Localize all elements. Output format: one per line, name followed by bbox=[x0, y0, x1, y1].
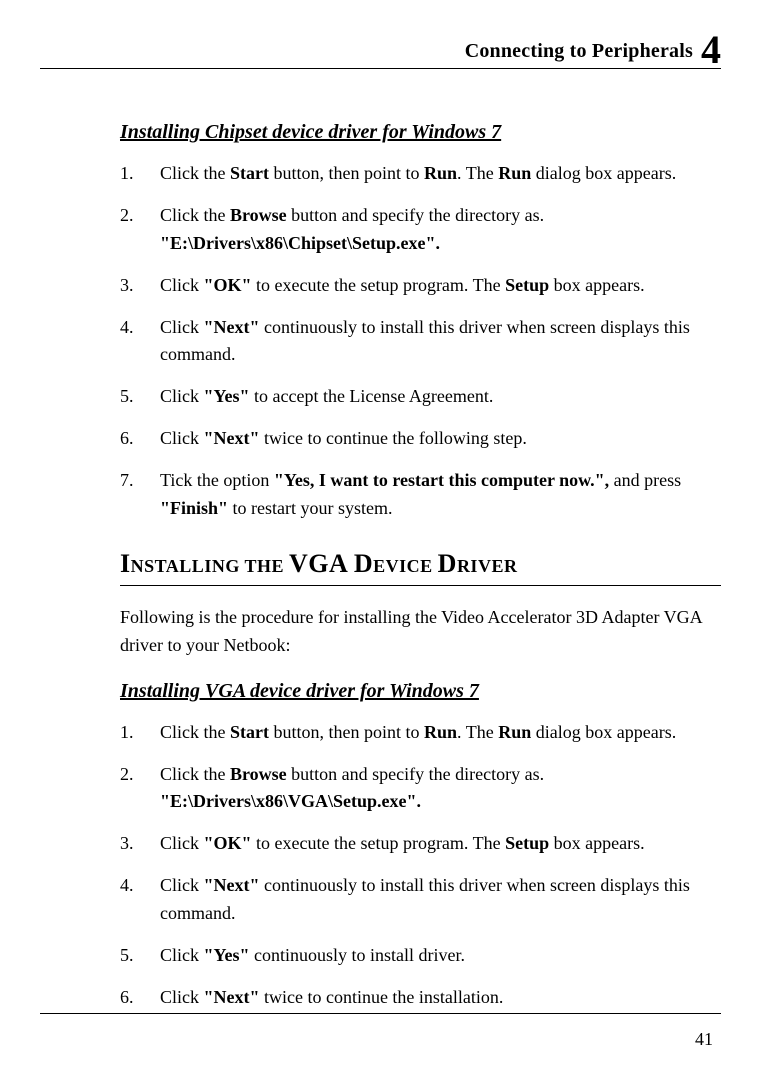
list-item: 5.Click "Yes" to accept the License Agre… bbox=[120, 383, 721, 411]
subsection-vga-title: Installing VGA device driver for Windows… bbox=[120, 680, 721, 703]
content-area: Installing Chipset device driver for Win… bbox=[40, 121, 721, 1012]
list-item: 6.Click "Next" twice to continue the fol… bbox=[120, 425, 721, 453]
section-vga-heading: INSTALLING THE VGA DEVICE DRIVER bbox=[120, 549, 721, 586]
footer-rule bbox=[40, 1013, 721, 1014]
chipset-steps-list: 1.Click the Start button, then point to … bbox=[120, 160, 721, 523]
vga-steps-list: 1.Click the Start button, then point to … bbox=[120, 719, 721, 1012]
subsection-chipset-title: Installing Chipset device driver for Win… bbox=[120, 121, 721, 144]
page: Connecting to Peripherals 4 Installing C… bbox=[0, 0, 761, 1078]
list-item: 6.Click "Next" twice to continue the ins… bbox=[120, 984, 721, 1012]
list-item: 5.Click "Yes" continuously to install dr… bbox=[120, 942, 721, 970]
list-item: 4.Click "Next" continuously to install t… bbox=[120, 872, 721, 928]
list-item: 2.Click the Browse button and specify th… bbox=[120, 202, 721, 258]
vga-intro-paragraph: Following is the procedure for installin… bbox=[120, 604, 721, 660]
list-item: 1.Click the Start button, then point to … bbox=[120, 160, 721, 188]
list-item: 1.Click the Start button, then point to … bbox=[120, 719, 721, 747]
list-item: 4.Click "Next" continuously to install t… bbox=[120, 314, 721, 370]
header-title: Connecting to Peripherals bbox=[465, 40, 693, 63]
page-header: Connecting to Peripherals 4 bbox=[40, 24, 721, 69]
list-item: 3.Click "OK" to execute the setup progra… bbox=[120, 272, 721, 300]
list-item: 7.Tick the option "Yes, I want to restar… bbox=[120, 467, 721, 523]
chapter-number: 4 bbox=[701, 30, 721, 70]
list-item: 3.Click "OK" to execute the setup progra… bbox=[120, 830, 721, 858]
page-number: 41 bbox=[695, 1029, 713, 1050]
list-item: 2.Click the Browse button and specify th… bbox=[120, 761, 721, 817]
